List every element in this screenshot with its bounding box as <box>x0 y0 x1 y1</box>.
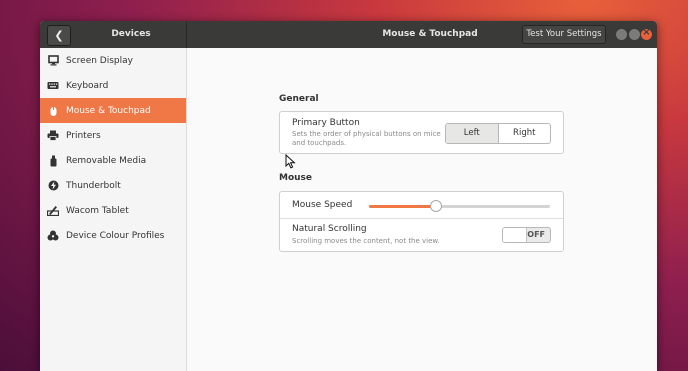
natural-scrolling-description: Scrolling moves the content, not the vie… <box>292 237 440 245</box>
sidebar-item-label: Device Colour Profiles <box>66 230 165 241</box>
natural-scrolling-switch[interactable]: OFF <box>502 227 551 243</box>
maximize-button[interactable] <box>629 29 640 40</box>
primary-button-selector: Left Right <box>445 123 551 144</box>
sidebar-item-label: Keyboard <box>66 80 109 91</box>
chevron-left-icon: ❮ <box>54 29 64 42</box>
minimize-button[interactable] <box>616 29 627 40</box>
primary-left-option[interactable]: Left <box>446 124 499 143</box>
general-section-title: General <box>279 94 319 104</box>
sidebar-item-label: Wacom Tablet <box>66 205 129 216</box>
mouse-section-title: Mouse <box>279 173 313 183</box>
natural-scrolling-label: Natural Scrolling <box>292 224 367 234</box>
primary-right-option[interactable]: Right <box>499 124 551 143</box>
mouse-pointer-icon <box>285 153 296 172</box>
sidebar-item-label: Mouse & Touchpad <box>66 105 151 116</box>
test-your-settings-button[interactable]: Test Your Settings <box>522 25 606 44</box>
mouse-speed-label: Mouse Speed <box>292 200 353 210</box>
mouse-icon <box>46 104 60 117</box>
sidebar-item-removable-media[interactable]: Removable Media <box>40 148 186 173</box>
sidebar-item-wacom-tablet[interactable]: Wacom Tablet <box>40 198 186 223</box>
switch-state: OFF <box>527 230 545 239</box>
printer-icon <box>46 130 60 141</box>
thunderbolt-icon <box>46 180 60 191</box>
mouse-frame: Mouse Speed Natural Scrolling Scrolling … <box>279 191 564 252</box>
sidebar-item-label: Printers <box>66 130 101 141</box>
sidebar-item-device-colour-profiles[interactable]: Device Colour Profiles <box>40 223 186 248</box>
sidebar-item-mouse-touchpad[interactable]: Mouse & Touchpad <box>40 98 186 123</box>
sidebar-item-printers[interactable]: Printers <box>40 123 186 148</box>
monitor-icon <box>46 55 60 66</box>
primary-button-label: Primary Button <box>292 118 360 128</box>
mouse-speed-fill <box>369 205 436 208</box>
sidebar-item-label: Screen Display <box>66 55 133 66</box>
usb-drive-icon <box>46 155 60 167</box>
settings-content: General Primary Button Sets the order of… <box>187 48 657 371</box>
mouse-speed-knob[interactable] <box>429 200 442 212</box>
settings-window: ❮ Devices Mouse & Touchpad Test Your Set… <box>40 21 657 371</box>
mouse-speed-slider[interactable] <box>369 205 550 208</box>
header-bar: ❮ Devices Mouse & Touchpad Test Your Set… <box>40 21 657 48</box>
color-profile-icon <box>46 230 60 241</box>
keyboard-icon <box>46 81 60 90</box>
sidebar-item-label: Thunderbolt <box>66 180 121 191</box>
row-divider <box>280 218 563 219</box>
header-divider <box>186 21 187 48</box>
switch-knob <box>503 228 527 242</box>
general-frame: Primary Button Sets the order of physica… <box>279 111 564 154</box>
close-button[interactable] <box>641 27 652 40</box>
primary-button-description: Sets the order of physical buttons on mi… <box>292 130 441 147</box>
sidebar-item-keyboard[interactable]: Keyboard <box>40 73 186 98</box>
tablet-icon <box>46 205 60 216</box>
devices-sidebar: Screen Display Keyboard Mouse & Touchpad… <box>40 48 187 371</box>
sidebar-item-thunderbolt[interactable]: Thunderbolt <box>40 173 186 198</box>
sidebar-item-screen-display[interactable]: Screen Display <box>40 48 186 73</box>
sidebar-title: Devices <box>111 29 151 39</box>
panel-title: Mouse & Touchpad <box>382 29 478 39</box>
back-button[interactable]: ❮ <box>47 25 71 46</box>
sidebar-item-label: Removable Media <box>66 155 147 166</box>
